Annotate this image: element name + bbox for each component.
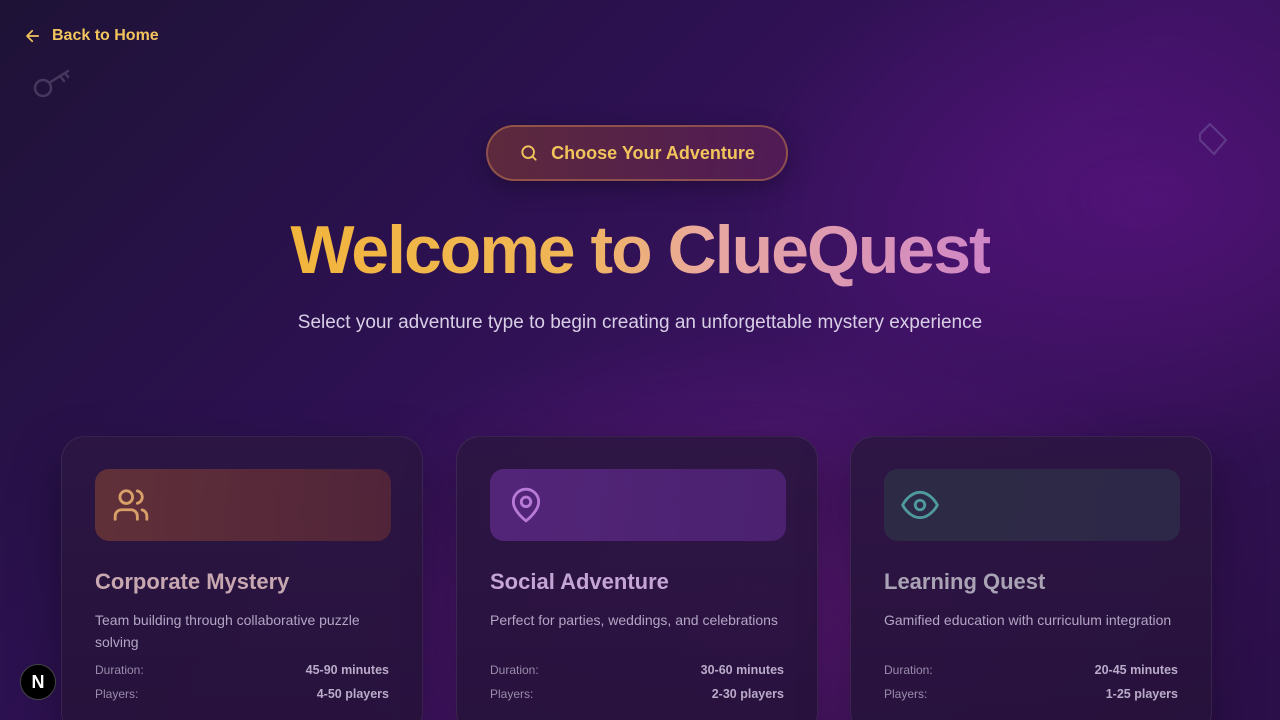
card-icon-box — [95, 469, 391, 541]
back-to-home-link[interactable]: Back to Home — [24, 24, 159, 48]
duration-row: Duration: 20-45 minutes — [884, 663, 1178, 677]
card-description: Team building through collaborative puzz… — [95, 612, 360, 650]
map-pin-icon — [511, 487, 541, 523]
duration-label: Duration: — [884, 663, 933, 677]
card-icon-box — [884, 469, 1180, 541]
card-title: Learning Quest — [884, 569, 1046, 594]
page-title: Welcome to ClueQuest — [290, 212, 991, 288]
adventure-card-social[interactable]: Social Adventure Perfect for parties, we… — [456, 436, 818, 720]
puzzle-piece-icon — [1198, 122, 1228, 156]
page-subtitle: Select your adventure type to begin crea… — [297, 312, 983, 333]
duration-value: 30-60 minutes — [700, 663, 784, 677]
card-title: Social Adventure — [490, 569, 669, 594]
card-title: Corporate Mystery — [95, 569, 290, 594]
arrow-left-icon — [26, 29, 40, 43]
back-to-home-label: Back to Home — [52, 27, 159, 44]
dev-indicator-label: N — [31, 671, 45, 692]
eye-icon — [901, 490, 939, 520]
players-value: 1-25 players — [1105, 687, 1178, 701]
users-icon — [113, 489, 149, 521]
players-value: 4-50 players — [316, 687, 389, 701]
duration-label: Duration: — [490, 663, 539, 677]
card-description: Gamified education with curriculum integ… — [884, 612, 1172, 628]
dev-tools-indicator[interactable]: N — [20, 664, 56, 700]
players-label: Players: — [884, 687, 928, 701]
players-row: Players: 1-25 players — [884, 687, 1178, 701]
duration-value: 20-45 minutes — [1094, 663, 1178, 677]
players-label: Players: — [490, 687, 534, 701]
players-value: 2-30 players — [711, 687, 784, 701]
key-icon — [33, 69, 70, 98]
search-icon — [521, 145, 537, 161]
players-row: Players: 4-50 players — [95, 687, 389, 701]
players-label: Players: — [95, 687, 139, 701]
duration-label: Duration: — [95, 663, 144, 677]
players-row: Players: 2-30 players — [490, 687, 784, 701]
badge-label: Choose Your Adventure — [551, 142, 755, 163]
choose-adventure-badge: Choose Your Adventure — [486, 125, 788, 181]
adventure-card-corporate[interactable]: Corporate Mystery Team building through … — [61, 436, 423, 720]
duration-row: Duration: 45-90 minutes — [95, 663, 389, 677]
duration-value: 45-90 minutes — [305, 663, 389, 677]
adventure-card-learning[interactable]: Learning Quest Gamified education with c… — [850, 436, 1212, 720]
card-description: Perfect for parties, weddings, and celeb… — [490, 612, 778, 628]
duration-row: Duration: 30-60 minutes — [490, 663, 784, 677]
card-icon-box — [490, 469, 786, 541]
